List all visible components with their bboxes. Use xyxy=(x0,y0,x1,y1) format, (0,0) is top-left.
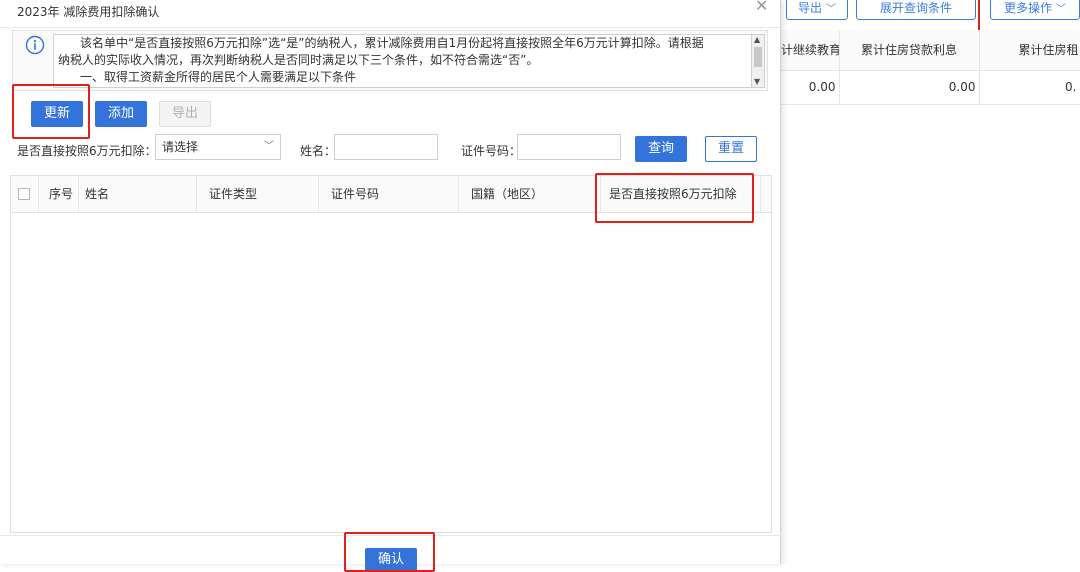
bg-cell: 0.00 xyxy=(780,70,840,105)
bg-cell: 0.00 xyxy=(839,70,980,105)
notice-textarea[interactable]: 该名单中“是否直接按照6万元扣除”选“是”的纳税人，累计减除费用自1月份起将直接… xyxy=(53,34,753,88)
deduct-filter-select[interactable]: 请选择 ﹀ xyxy=(155,134,281,160)
reset-button[interactable]: 重置 xyxy=(705,136,757,162)
notice-panel: 该名单中“是否直接按照6万元扣除”选“是”的纳税人，累计减除费用自1月份起将直接… xyxy=(12,30,768,91)
info-icon xyxy=(25,35,45,55)
bg-more-actions-button[interactable]: 更多操作 ﹀ xyxy=(990,0,1080,20)
chevron-down-icon: ﹀ xyxy=(826,4,836,15)
col-id-type[interactable]: 证件类型 xyxy=(197,176,319,212)
notice-line: 一、取得工资薪金所得的居民个人需要满足以下条件 xyxy=(80,70,357,84)
col-id-number[interactable]: 证件号码 xyxy=(319,176,459,212)
name-filter-label: 姓名： xyxy=(300,144,337,158)
background-table: 计继续教育 累计住房贷款利息 累计住房租 0.00 0.00 0. xyxy=(780,30,1080,105)
close-icon[interactable]: ✕ xyxy=(755,0,768,14)
bg-export-label: 导出 xyxy=(797,1,822,15)
table-row[interactable]: 0.00 0.00 0. xyxy=(780,70,1080,105)
deduct-filter-value: 请选择 xyxy=(162,140,199,154)
col-nationality[interactable]: 国籍（地区） xyxy=(459,176,601,212)
notice-line: 该名单中“是否直接按照6万元扣除”选“是”的纳税人，累计减除费用自1月份起将直接… xyxy=(80,36,704,50)
col-index[interactable]: 序号 xyxy=(39,176,79,212)
scroll-down-icon[interactable]: ▼ xyxy=(754,77,760,86)
export-button[interactable]: 导出 xyxy=(159,101,211,127)
title-divider xyxy=(0,27,781,28)
id-filter-input[interactable] xyxy=(517,134,621,160)
bg-export-button[interactable]: 导出 ﹀ xyxy=(786,0,848,20)
select-all-checkbox[interactable] xyxy=(18,188,30,200)
query-button[interactable]: 查询 xyxy=(635,136,687,162)
bg-table-header-row: 计继续教育 累计住房贷款利息 累计住房租 xyxy=(780,30,1080,71)
bg-expand-label: 展开查询条件 xyxy=(879,1,952,15)
bg-expand-query-button[interactable]: 展开查询条件 xyxy=(856,0,976,20)
scroll-up-icon[interactable]: ▲ xyxy=(754,35,760,44)
bg-col-header: 累计住房贷款利息 xyxy=(839,30,980,71)
bg-cell: 0. xyxy=(979,70,1080,105)
col-name[interactable]: 姓名 xyxy=(79,176,197,212)
update-button[interactable]: 更新 xyxy=(31,101,83,127)
table-header-row: 序号 姓名 证件类型 证件号码 国籍（地区） 是否直接按照6万元扣除 xyxy=(11,176,771,213)
taxpayer-table: 序号 姓名 证件类型 证件号码 国籍（地区） 是否直接按照6万元扣除 xyxy=(10,175,772,533)
deduct-filter-label: 是否直接按照6万元扣除： xyxy=(17,144,157,158)
col-deduct-6w[interactable]: 是否直接按照6万元扣除 xyxy=(601,176,761,212)
modal-title: 2023年 减除费用扣除确认 xyxy=(17,5,160,19)
notice-scrollbar[interactable]: ▲ ▼ xyxy=(751,34,765,88)
chevron-down-icon: ﹀ xyxy=(1056,4,1066,15)
select-all-cell xyxy=(11,176,39,212)
scroll-thumb[interactable] xyxy=(754,47,762,67)
name-filter-input[interactable] xyxy=(334,134,438,160)
bg-col-header: 累计住房租 xyxy=(979,30,1080,71)
add-button[interactable]: 添加 xyxy=(95,101,147,127)
confirm-button[interactable]: 确认 xyxy=(365,548,417,572)
bg-col-header: 计继续教育 xyxy=(780,30,840,71)
notice-line: 纳税人的实际收入情况，再次判断纳税人是否同时满足以下三个条件，如不符合需选“否”… xyxy=(58,53,539,67)
id-filter-label: 证件号码： xyxy=(461,144,522,158)
chevron-down-icon: ﹀ xyxy=(264,141,274,152)
deduction-confirm-modal: 2023年 减除费用扣除确认 ✕ 该名单中“是否直接按照6万元扣除”选“是”的纳… xyxy=(0,0,781,572)
footer-divider xyxy=(0,535,781,536)
bg-more-label: 更多操作 xyxy=(1003,1,1052,15)
